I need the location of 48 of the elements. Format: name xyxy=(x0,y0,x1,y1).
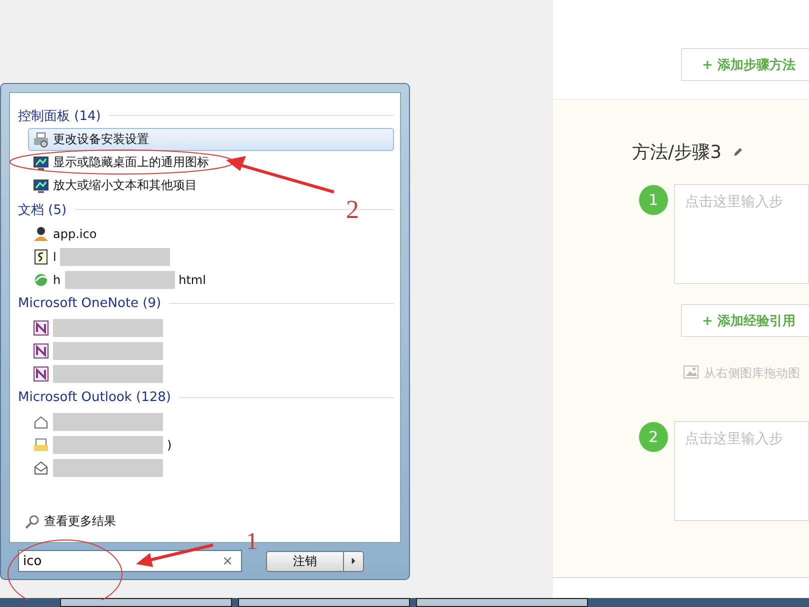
log-off-button[interactable]: 注销 xyxy=(266,550,344,572)
search-icon xyxy=(24,514,40,530)
result-label: html xyxy=(178,272,206,286)
result-item[interactable]: app.ico xyxy=(28,222,394,245)
result-item[interactable]: 放大或缩小文本和其他项目 xyxy=(28,174,394,197)
result-item[interactable]: ) xyxy=(28,433,394,456)
user-icon xyxy=(33,226,49,242)
image-icon xyxy=(683,365,699,379)
onenote-icon xyxy=(33,342,49,358)
step-input[interactable]: 点击这里输入步 xyxy=(674,421,809,521)
group-heading: Microsoft OneNote (9) xyxy=(18,296,162,311)
annotation-number: 2 xyxy=(346,197,359,223)
monitor-icon xyxy=(33,178,49,194)
result-label: 显示或隐藏桌面上的通用图标 xyxy=(53,154,209,171)
section-title: 方法/步骤3 xyxy=(632,141,722,164)
see-more-results-link[interactable]: 查看更多结果 xyxy=(44,513,116,530)
monitor-icon xyxy=(33,154,49,170)
options-arrow-button[interactable] xyxy=(344,550,364,572)
result-label: l xyxy=(53,250,56,264)
result-label: h xyxy=(53,272,61,286)
result-item[interactable]: 显示或隐藏桌面上的通用图标 xyxy=(28,151,394,174)
result-label: 放大或缩小文本和其他项目 xyxy=(53,177,197,194)
clear-button[interactable]: × xyxy=(222,554,233,569)
pencil-icon[interactable] xyxy=(732,146,744,158)
globe-icon xyxy=(33,272,49,288)
step-number: 1 xyxy=(639,185,668,215)
taskbar-button[interactable] xyxy=(416,598,588,607)
arrow-right-icon xyxy=(351,557,356,566)
result-item[interactable]: 更改设备安装设置 xyxy=(28,128,394,151)
onenote-icon xyxy=(33,320,49,336)
letter-icon xyxy=(33,436,49,452)
step-input[interactable]: 点击这里输入步 xyxy=(674,184,809,284)
image-hint: 从右侧图库拖动图 xyxy=(704,365,800,382)
script-file-icon xyxy=(33,248,49,264)
step-number: 2 xyxy=(639,422,668,452)
result-label: 更改设备安装设置 xyxy=(53,131,149,148)
result-item[interactable]: h html xyxy=(28,268,394,291)
group-heading: 控制面板 (14) xyxy=(18,108,101,124)
group-heading: 文档 (5) xyxy=(18,202,67,218)
printer-icon xyxy=(33,132,49,148)
taskbar-button[interactable] xyxy=(60,598,232,607)
onenote-icon xyxy=(33,366,49,382)
result-label: ) xyxy=(167,438,172,452)
result-label: app.ico xyxy=(53,226,97,240)
result-item[interactable]: l xyxy=(28,245,394,268)
group-heading: Microsoft Outlook (128) xyxy=(18,390,171,405)
search-field[interactable]: ico × xyxy=(18,550,242,572)
taskbar-button[interactable] xyxy=(238,598,410,607)
